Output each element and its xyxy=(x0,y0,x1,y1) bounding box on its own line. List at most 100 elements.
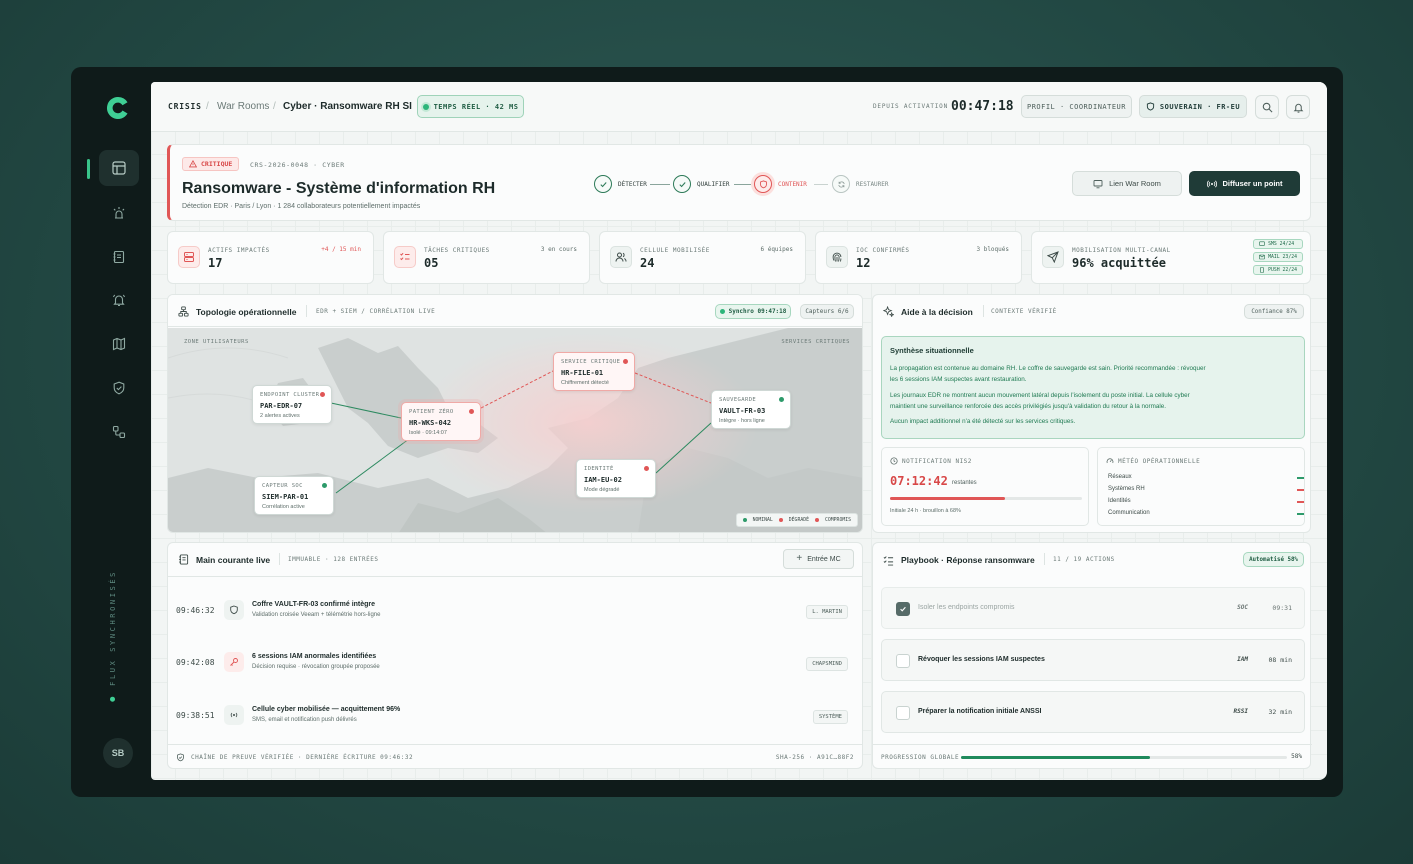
playbook-item-time: 08 min xyxy=(1268,656,1292,664)
log-entry[interactable]: 09:46:32 Coffre VAULT-FR-03 confirmé int… xyxy=(168,586,860,638)
nis2-remaining-label: restantes xyxy=(952,480,977,486)
add-entry-button[interactable]: + Entrée MC xyxy=(783,549,854,569)
checkbox[interactable] xyxy=(896,654,910,668)
legend-degraded: DÉGRADÉ xyxy=(788,517,809,523)
playbook-item[interactable]: Révoquer les sessions IAM suspectes IAM … xyxy=(881,639,1305,681)
playbook-footer: PROGRESSION GLOBALE 58% xyxy=(873,744,1312,770)
profile-text: PROFIL · COORDINATEUR xyxy=(1026,102,1126,111)
notebook-icon xyxy=(113,250,125,264)
user-avatar[interactable]: SB xyxy=(103,738,133,768)
notifications-button[interactable] xyxy=(1286,95,1310,119)
node-label: CAPTEUR SOC xyxy=(262,483,303,489)
message-icon xyxy=(1259,241,1265,246)
monitor-icon xyxy=(1093,179,1103,188)
topology-map[interactable]: ZONE UTILISATEURS SERVICES CRITIQUES END… xyxy=(168,328,862,532)
step-detect[interactable]: DÉTECTER xyxy=(594,175,647,193)
step-restore[interactable]: RESTAURER xyxy=(832,175,889,193)
node-soc-sensor[interactable]: CAPTEUR SOC SIEM-PAR-01 Corrélation acti… xyxy=(254,476,334,515)
status-dash xyxy=(1297,477,1304,479)
step-qualify[interactable]: QUALIFIER xyxy=(673,175,730,193)
incident-ref: CRS-2026-0048 · CYBER xyxy=(250,161,345,169)
node-critical-service[interactable]: SERVICE CRITIQUE HR-FILE-01 Chiffrement … xyxy=(553,352,635,391)
kpi-multichannel[interactable]: MOBILISATION MULTI-CANAL 96% acquittée S… xyxy=(1031,231,1311,284)
nav-notifications[interactable] xyxy=(99,282,139,318)
shield-icon xyxy=(1146,102,1155,111)
logbook-footer: CHAÎNE DE PREUVE VÉRIFIÉE · DERNIÈRE ÉCR… xyxy=(168,744,862,768)
sync-text: Synchro 09:47:18 xyxy=(728,308,787,315)
node-endpoint-cluster[interactable]: ENDPOINT CLUSTER PAR-EDR-07 2 alertes ac… xyxy=(252,385,332,424)
key-icon xyxy=(224,652,244,672)
node-status: Chiffrement détecté xyxy=(561,380,609,386)
sovereign-badge[interactable]: SOUVERAIN · FR-EU xyxy=(1139,95,1247,118)
step-label: QUALIFIER xyxy=(697,180,730,188)
breadcrumb-war-rooms[interactable]: War Rooms xyxy=(217,101,269,112)
checklist-icon xyxy=(394,246,416,268)
kpi-label: ACTIFS IMPACTÉS xyxy=(208,247,270,254)
step-contain[interactable]: CONTENIR xyxy=(754,175,807,193)
divider xyxy=(306,305,307,317)
playbook-title: Playbook · Réponse ransomware xyxy=(901,555,1035,565)
broadcast-icon xyxy=(1206,180,1217,187)
broadcast-button[interactable]: Diffuser un point xyxy=(1189,171,1300,196)
kpi-value: 24 xyxy=(640,256,655,270)
add-entry-label: Entrée MC xyxy=(807,555,841,563)
app-logo-icon[interactable] xyxy=(104,94,132,122)
weather-row-hr-systems: Systèmes RH xyxy=(1108,486,1304,492)
summary-title: Synthèse situationnelle xyxy=(890,346,974,355)
breadcrumb-root[interactable]: CRISIS xyxy=(168,102,202,111)
kpi-delta: +4 / 15 min xyxy=(321,246,361,253)
weather-row-networks: Réseaux xyxy=(1108,474,1304,480)
logbook-subtitle: IMMUABLE · 128 ENTRÉES xyxy=(288,556,379,563)
war-room-link-button[interactable]: Lien War Room xyxy=(1072,171,1182,196)
bell-ring-icon xyxy=(112,294,126,307)
nav-logbook[interactable] xyxy=(99,239,139,275)
channel-label: PUSH 22/24 xyxy=(1268,267,1297,273)
kpi-impacted-assets[interactable]: ACTIFS IMPACTÉS 17 +4 / 15 min xyxy=(167,231,374,284)
summary-line: Les journaux EDR ne montrent aucun mouve… xyxy=(890,392,1190,399)
checkbox-checked[interactable] xyxy=(896,602,910,616)
legend-dot xyxy=(815,518,819,522)
ops-weather-card: MÉTÉO OPÉRATIONNELLE Réseaux Systèmes RH… xyxy=(1097,447,1305,526)
log-entry[interactable]: 09:38:51 Cellule cyber mobilisée — acqui… xyxy=(168,691,860,743)
workflow-icon xyxy=(112,425,126,439)
kpi-ioc-confirmed[interactable]: IOC CONFIRMÉS 12 3 bloqués xyxy=(815,231,1022,284)
kpi-critical-tasks[interactable]: TÂCHES CRITIQUES 05 3 en cours xyxy=(383,231,590,284)
log-title: Coffre VAULT-FR-03 confirmé intègre xyxy=(252,601,376,608)
layout-icon xyxy=(112,161,126,175)
map-legend: NOMINAL DÉGRADÉ COMPROMIS xyxy=(735,513,858,527)
nav-dashboard[interactable] xyxy=(99,150,139,186)
topology-header: Topologie opérationnelle EDR + SIEM / CO… xyxy=(168,295,862,327)
node-patient-zero[interactable]: PATIENT ZÉRO HR-WKS-042 Isolé · 09:14:07 xyxy=(401,402,481,441)
nav-alerts[interactable] xyxy=(99,195,139,231)
node-name: PAR-EDR-07 xyxy=(260,402,303,410)
profile-selector[interactable]: PROFIL · COORDINATEUR xyxy=(1021,95,1132,118)
nav-active-indicator xyxy=(87,159,90,179)
check-icon xyxy=(900,606,906,612)
nav-map[interactable] xyxy=(99,326,139,362)
kpi-value: 05 xyxy=(424,256,439,270)
step-connector xyxy=(650,184,670,185)
step-connector xyxy=(734,184,751,185)
log-entry[interactable]: 09:42:08 6 sessions IAM anormales identi… xyxy=(168,638,860,690)
status-dot xyxy=(623,359,628,364)
node-identity[interactable]: IDENTITÉ IAM-EU-02 Mode dégradé xyxy=(576,459,656,498)
playbook-item-done[interactable]: Isoler les endpoints compromis SOC 09:31 xyxy=(881,587,1305,629)
automation-badge: Automatisé 58% xyxy=(1243,552,1304,567)
kpi-value: 12 xyxy=(856,256,871,270)
nav-security[interactable] xyxy=(99,370,139,406)
search-button[interactable] xyxy=(1255,95,1279,119)
playbook-item[interactable]: Préparer la notification initiale ANSSI … xyxy=(881,691,1305,733)
step-label: CONTENIR xyxy=(778,180,807,188)
step-label: DÉTECTER xyxy=(618,180,647,188)
list-checks-icon xyxy=(883,556,894,566)
playbook-item-label: Révoquer les sessions IAM suspectes xyxy=(918,656,1045,663)
kpi-side-note: 6 équipes xyxy=(760,246,793,253)
notebook-icon xyxy=(179,554,189,565)
kpi-mobilized-cell[interactable]: CELLULE MOBILISÉE 24 6 équipes xyxy=(599,231,806,284)
logbook-title: Main courante live xyxy=(196,555,271,565)
node-backup[interactable]: SAUVEGARDE VAULT-FR-03 Intègre · hors li… xyxy=(711,390,791,429)
nav-integrations[interactable] xyxy=(99,414,139,450)
shield-icon xyxy=(224,600,244,620)
checkbox[interactable] xyxy=(896,706,910,720)
node-status: 2 alertes actives xyxy=(260,413,300,419)
